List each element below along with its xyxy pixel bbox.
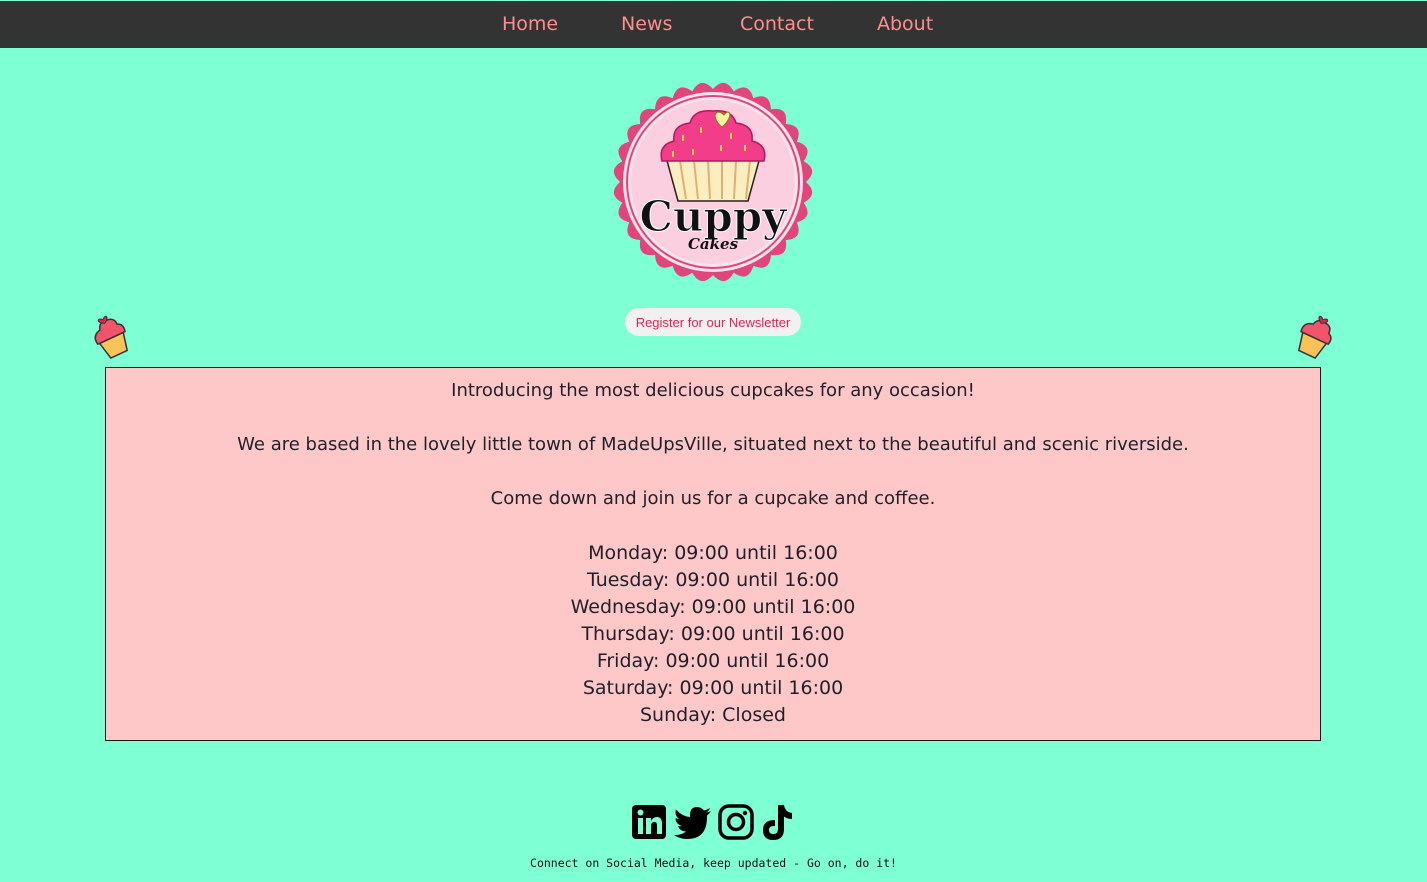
top-nav: Home News Contact About xyxy=(0,1,1427,48)
nav-home-link[interactable]: Home xyxy=(502,13,558,35)
linkedin-icon[interactable] xyxy=(631,803,667,843)
logo-sub-text: Cakes xyxy=(688,235,739,253)
instagram-icon[interactable] xyxy=(717,803,755,843)
hours-wednesday: Wednesday: 09:00 until 16:00 xyxy=(570,596,856,618)
hours-monday: Monday: 09:00 until 16:00 xyxy=(588,542,838,564)
cupcake-decoration-left xyxy=(84,310,138,364)
hours-friday: Friday: 09:00 until 16:00 xyxy=(596,650,830,672)
cupcake-decoration-right xyxy=(1288,310,1342,364)
about-info-box: Introducing the most delicious cupcakes … xyxy=(105,367,1321,741)
nav-news-link[interactable]: News xyxy=(621,13,672,35)
cuppy-cakes-logo: Cuppy Cakes xyxy=(610,79,816,285)
newsletter-register-button[interactable]: Register for our Newsletter xyxy=(625,308,801,336)
hours-tuesday: Tuesday: 09:00 until 16:00 xyxy=(586,569,840,591)
logo-brand-text: Cuppy xyxy=(639,192,788,241)
location-line: We are based in the lovely little town o… xyxy=(237,434,1189,455)
hours-saturday: Saturday: 09:00 until 16:00 xyxy=(582,677,844,699)
hours-thursday: Thursday: 09:00 until 16:00 xyxy=(581,623,845,645)
nav-contact-link[interactable]: Contact xyxy=(740,13,814,35)
opening-hours: Monday: 09:00 until 16:00 Tuesday: 09:00… xyxy=(106,540,1320,729)
nav-about-link[interactable]: About xyxy=(877,13,933,35)
tiktok-icon[interactable] xyxy=(759,803,795,843)
footer-text: Connect on Social Media, keep updated - … xyxy=(530,856,897,870)
twitter-icon[interactable] xyxy=(673,803,713,843)
intro-line: Introducing the most delicious cupcakes … xyxy=(451,380,975,401)
invite-line: Come down and join us for a cupcake and … xyxy=(490,488,936,509)
hours-sunday: Sunday: Closed xyxy=(640,704,786,726)
